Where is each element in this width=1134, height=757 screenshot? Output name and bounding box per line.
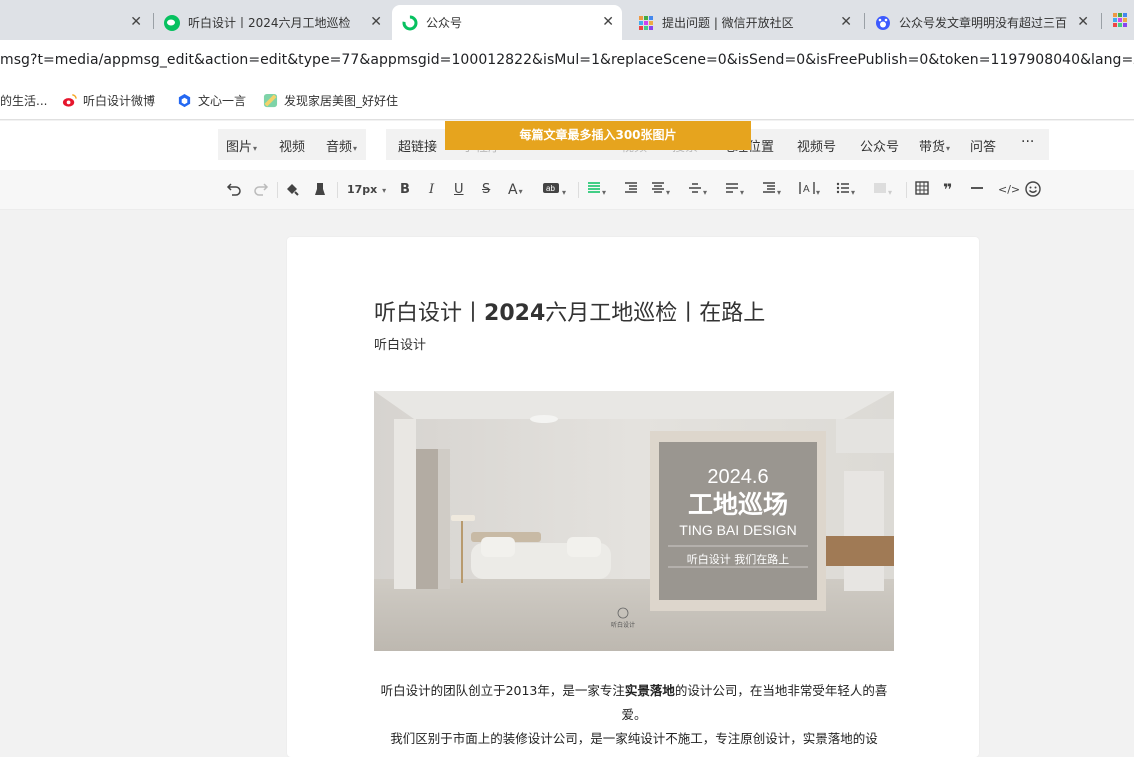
indent-icon[interactable] [624, 181, 638, 199]
vertical-spacing-icon[interactable]: ▾ [688, 181, 707, 199]
table-icon[interactable] [915, 181, 929, 199]
haohaozhu-icon [263, 93, 278, 108]
close-icon[interactable]: ✕ [1077, 14, 1089, 30]
tab-bar: ✕ 听白设计丨2024六月工地巡检 ✕ 公众号 ✕ 提出问题 | 微信开放社区 … [0, 0, 1134, 40]
cover-date: 2024.6 [707, 466, 768, 488]
channels-button[interactable]: 视频号 [797, 136, 836, 155]
background-color-icon[interactable]: ▾ [873, 181, 892, 199]
strikethrough-icon[interactable]: S [482, 181, 490, 199]
tab-title: 提出问题 | 微信开放社区 [662, 16, 794, 30]
format-toolbar: 17px ▾ B I U S A▾ ab ▾ ▾ ▾ ▾ ▾ ▾ A ▾ ▾ ▾ ❞… [0, 170, 1134, 210]
tab-title: 公众号 [426, 16, 463, 30]
address-bar[interactable]: msg?t=media/appmsg_edit&action=edit&type… [0, 40, 1134, 82]
video-button[interactable]: 视频 [279, 136, 305, 155]
commerce-menu[interactable]: 带货▾ [919, 136, 950, 155]
code-icon[interactable]: </> [998, 181, 1020, 199]
highlight-icon[interactable]: ab ▾ [543, 181, 566, 199]
clear-format-icon[interactable] [312, 181, 328, 199]
url-text[interactable]: msg?t=media/appmsg_edit&action=edit&type… [0, 52, 1134, 68]
bookmark-item[interactable]: 发现家居美图_好好住 [263, 92, 398, 109]
weibo-icon [62, 94, 77, 107]
image-menu[interactable]: 图片▾ [226, 136, 257, 155]
baidu-icon [876, 15, 890, 30]
emoji-icon[interactable] [1025, 181, 1041, 199]
bookmark-item[interactable]: 听白设计微博 [62, 92, 155, 109]
tab-4[interactable]: 公众号发文章明明没有超过三百 ✕ [865, 5, 1097, 40]
tab-title: 听白设计丨2024六月工地巡检 [188, 16, 351, 30]
wenxin-icon [178, 93, 191, 108]
redo-icon[interactable] [253, 181, 269, 199]
cover-logo: 听白设计 [611, 621, 635, 629]
letter-spacing-icon[interactable]: A ▾ [799, 181, 820, 199]
bookmark-label: 文心一言 [198, 94, 247, 108]
paragraph-spacing-icon[interactable]: ▾ [762, 181, 781, 199]
bookmark-item[interactable]: 文心一言 [177, 92, 246, 109]
cover-slogan: 听白设计 我们在路上 [687, 552, 790, 566]
bookmarks-bar: 的生活... 听白设计微博 文心一言 发现家居美图_好好住 [0, 82, 1134, 120]
tab-3[interactable]: 提出问题 | 微信开放社区 ✕ [628, 5, 860, 40]
divider-icon[interactable] [970, 181, 984, 199]
quote-icon[interactable]: ❞ [943, 181, 952, 199]
tab-title: 公众号发文章明明没有超过三百 [899, 16, 1068, 30]
paragraph[interactable]: 我们区别于市面上的装修设计公司，是一家纯设计不施工，专注原创设计，实景落地的设 [374, 727, 894, 751]
undo-icon[interactable] [226, 181, 242, 199]
italic-icon[interactable]: I [429, 181, 434, 199]
article-title[interactable]: 听白设计丨2024六月工地巡检丨在路上 [374, 295, 765, 327]
cover-image[interactable]: 2024.6 工地巡场 TING BAI DESIGN 听白设计 我们在路上 听… [374, 391, 894, 651]
grid-app-icon[interactable] [1112, 12, 1128, 28]
official-account-icon [402, 15, 418, 30]
audio-menu[interactable]: 音频▾ [326, 136, 357, 155]
font-size-select[interactable]: 17px ▾ [347, 181, 386, 199]
paragraph[interactable]: 听白设计的团队创立于2013年，是一家专注实景落地的设计公司，在当地非常受年轻人… [374, 679, 894, 727]
tab-2[interactable]: 公众号 ✕ [392, 5, 622, 40]
list-icon[interactable]: ▾ [836, 181, 855, 199]
official-account-button[interactable]: 公众号 [860, 136, 899, 155]
qa-button[interactable]: 问答 [970, 136, 996, 155]
underline-icon[interactable]: U [454, 181, 464, 199]
grid-app-icon [639, 15, 653, 30]
bookmark-label: 听白设计微博 [83, 94, 156, 108]
svg-text:A: A [803, 184, 810, 195]
bookmark-item[interactable]: 的生活... [0, 92, 47, 109]
svg-text:ab: ab [546, 184, 555, 193]
close-icon[interactable]: ✕ [602, 14, 614, 30]
close-icon[interactable]: ✕ [370, 14, 382, 30]
bookmark-label: 发现家居美图_好好住 [284, 94, 399, 108]
article-body[interactable]: 听白设计的团队创立于2013年，是一家专注实景落地的设计公司，在当地非常受年轻人… [374, 679, 894, 751]
format-painter-icon[interactable] [284, 181, 300, 199]
image-limit-banner: 每篇文章最多插入300张图片 [445, 121, 751, 150]
tab-0[interactable]: ✕ [0, 5, 150, 40]
wechat-icon [164, 14, 180, 31]
font-color-icon[interactable]: A▾ [508, 181, 523, 199]
more-button[interactable]: ··· [1021, 134, 1034, 150]
bookmark-label: 的生活... [0, 94, 48, 108]
close-icon[interactable]: ✕ [130, 14, 142, 30]
bold-icon[interactable]: B [400, 181, 410, 199]
cover-heading: 工地巡场 [688, 490, 788, 519]
tab-1[interactable]: 听白设计丨2024六月工地巡检 ✕ [154, 5, 390, 40]
article-author[interactable]: 听白设计 [374, 334, 426, 353]
close-icon[interactable]: ✕ [840, 14, 852, 30]
align-left-icon[interactable]: ▾ [587, 181, 606, 199]
article-editor[interactable]: 听白设计丨2024六月工地巡检丨在路上 听白设计 2024.6 工地巡场 TIN… [287, 237, 979, 757]
cover-brand: TING BAI DESIGN [679, 522, 796, 538]
hyperlink-button[interactable]: 超链接 [398, 136, 437, 155]
align-center-icon[interactable]: ▾ [651, 181, 670, 199]
line-height-icon[interactable]: ▾ [725, 181, 744, 199]
